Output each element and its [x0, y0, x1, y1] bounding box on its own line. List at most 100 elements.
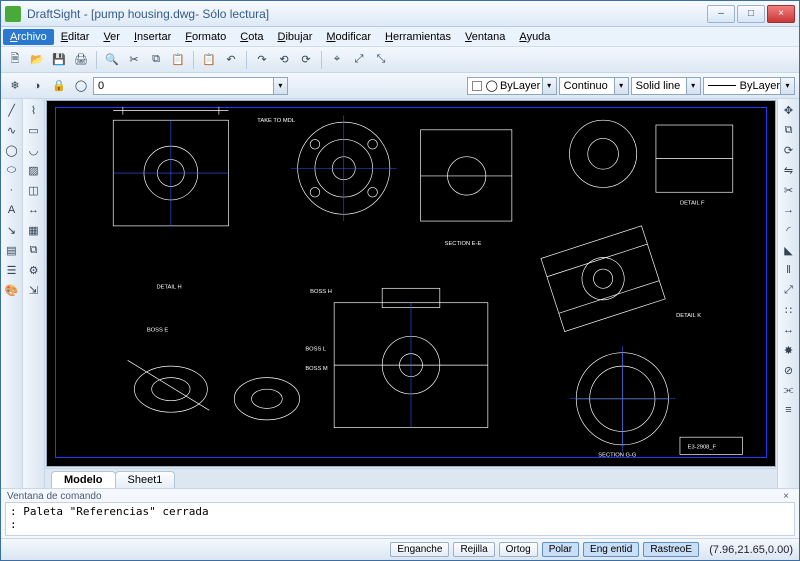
menu-herramientas[interactable]: Herramientas: [378, 29, 458, 45]
svg-text:DETAIL H: DETAIL H: [156, 284, 181, 290]
zoom-window-icon[interactable]: ⤢: [349, 50, 369, 70]
menu-dibujar[interactable]: Dibujar: [271, 29, 320, 45]
join-icon[interactable]: ⫘: [780, 381, 798, 399]
status-rastreoe[interactable]: RastreoE: [643, 542, 699, 557]
redo-history-icon[interactable]: ⟳: [296, 50, 316, 70]
region-icon[interactable]: ▦: [25, 221, 43, 239]
svg-text:BOSS L: BOSS L: [305, 347, 326, 353]
svg-text:E3-2908_F: E3-2908_F: [688, 445, 717, 451]
dimension-icon[interactable]: ↔: [25, 201, 43, 219]
chevron-down-icon: ▾: [780, 78, 794, 94]
properties-icon[interactable]: ⚙: [25, 261, 43, 279]
save-icon[interactable]: 💾: [49, 50, 69, 70]
external-ref-icon[interactable]: ⇲: [25, 281, 43, 299]
redo-icon[interactable]: ↷: [252, 50, 272, 70]
new-file-icon[interactable]: 🗎: [5, 50, 25, 70]
chevron-down-icon: ▾: [273, 78, 287, 94]
properties-toolbar: ❄ ◑ 🔒 ◯ 0 ▾ ◯ ByLayer ▾ Continuo ▾ Solid…: [1, 73, 799, 99]
block-icon[interactable]: ◫: [25, 181, 43, 199]
status-rejilla[interactable]: Rejilla: [453, 542, 494, 557]
linetype-value: Continuo: [564, 80, 608, 92]
standard-toolbar: 🗎📂💾🖨🔍✂⧉📋📋↶↷⟲⟳⌖⤢⤡: [1, 47, 799, 73]
mirror-icon[interactable]: ⇋: [780, 161, 798, 179]
line-icon[interactable]: ╱: [3, 101, 21, 119]
maximize-button[interactable]: □: [737, 5, 765, 23]
menu-ver[interactable]: Ver: [96, 29, 127, 45]
print-icon[interactable]: 🖨: [71, 50, 91, 70]
align-icon[interactable]: ≡: [780, 401, 798, 419]
tab-sheet1[interactable]: Sheet1: [115, 471, 176, 488]
cut-icon[interactable]: ✂: [124, 50, 144, 70]
copy-entity-icon[interactable]: ⧉: [780, 121, 798, 139]
layout-tabs: ModeloSheet1: [45, 468, 777, 488]
offset-icon[interactable]: ‖: [780, 261, 798, 279]
lineweight-dropdown[interactable]: Solid line ▾: [631, 77, 701, 95]
circle-icon[interactable]: ◯: [3, 141, 21, 159]
chamfer-icon[interactable]: ◣: [780, 241, 798, 259]
stretch-icon[interactable]: ↔: [780, 321, 798, 339]
layer-color-icon[interactable]: ◯: [71, 76, 91, 96]
break-icon[interactable]: ⊘: [780, 361, 798, 379]
clipboard-icon[interactable]: 📋: [199, 50, 219, 70]
tab-modelo[interactable]: Modelo: [51, 471, 116, 488]
linetype-dropdown[interactable]: Continuo ▾: [559, 77, 629, 95]
extend-icon[interactable]: →: [780, 201, 798, 219]
table-icon[interactable]: ▤: [3, 241, 21, 259]
menu-cota[interactable]: Cota: [233, 29, 270, 45]
status-eng-entid[interactable]: Eng entid: [583, 542, 639, 557]
color-dropdown[interactable]: ◯ ByLayer ▾: [467, 77, 557, 95]
undo-icon[interactable]: ↶: [221, 50, 241, 70]
arc-icon[interactable]: ◡: [25, 141, 43, 159]
menu-archivo[interactable]: Archivo: [3, 29, 54, 45]
rotate-icon[interactable]: ⟳: [780, 141, 798, 159]
menu-editar[interactable]: Editar: [54, 29, 97, 45]
command-panel-close-icon[interactable]: ×: [779, 491, 793, 502]
drawing-canvas[interactable]: BOSS H DETAIL H DETAIL F DETAIL K SECTIO…: [46, 100, 776, 467]
leader-icon[interactable]: ↘: [3, 221, 21, 239]
command-input[interactable]: : Paleta "Referencias" cerrada:: [5, 502, 795, 536]
undo-history-icon[interactable]: ⟲: [274, 50, 294, 70]
content-area: ╱ ∿ ◯ ⬭ · A ↘ ▤ ☰ 🎨 ⌇ ▭ ◡ ▨ ◫ ↔ ▦ ⧉ ⚙ ⇲: [1, 99, 799, 488]
paste-icon[interactable]: 📋: [168, 50, 188, 70]
layer-freeze-icon[interactable]: ❄: [5, 76, 25, 96]
zoom-extents-icon[interactable]: ⤡: [371, 50, 391, 70]
minimize-button[interactable]: –: [707, 5, 735, 23]
select-match-icon[interactable]: ⌖: [327, 50, 347, 70]
close-button[interactable]: ×: [767, 5, 795, 23]
move-icon[interactable]: ✥: [780, 101, 798, 119]
layer-toggle-icon[interactable]: ◑: [27, 76, 47, 96]
status-polar[interactable]: Polar: [542, 542, 579, 557]
open-file-icon[interactable]: 📂: [27, 50, 47, 70]
text-icon[interactable]: A: [3, 201, 21, 219]
scale-icon[interactable]: ⤢: [780, 281, 798, 299]
spline-icon[interactable]: ∿: [3, 121, 21, 139]
point-icon[interactable]: ·: [3, 181, 21, 199]
trim-icon[interactable]: ✂: [780, 181, 798, 199]
hatch-icon[interactable]: ▨: [25, 161, 43, 179]
menu-modificar[interactable]: Modificar: [319, 29, 378, 45]
chevron-down-icon: ▾: [614, 78, 628, 94]
plotstyle-value: ByLayer: [740, 80, 780, 92]
polyline-icon[interactable]: ⌇: [25, 101, 43, 119]
group-icon[interactable]: ⧉: [25, 241, 43, 259]
status-enganche[interactable]: Enganche: [390, 542, 449, 557]
layer-lock-icon[interactable]: 🔒: [49, 76, 69, 96]
ellipse-icon[interactable]: ⬭: [3, 161, 21, 179]
fillet-icon[interactable]: ◜: [780, 221, 798, 239]
menu-ventana[interactable]: Ventana: [458, 29, 512, 45]
print-preview-icon[interactable]: 🔍: [102, 50, 122, 70]
svg-text:DETAIL K: DETAIL K: [676, 313, 701, 319]
menu-ayuda[interactable]: Ayuda: [512, 29, 557, 45]
explode-icon[interactable]: ✸: [780, 341, 798, 359]
plotstyle-dropdown[interactable]: ByLayer ▾: [703, 77, 795, 95]
menu-insertar[interactable]: Insertar: [127, 29, 178, 45]
menu-formato[interactable]: Formato: [178, 29, 233, 45]
svg-text:BOSS M: BOSS M: [305, 366, 328, 372]
array-icon[interactable]: ∷: [780, 301, 798, 319]
rectangle-icon[interactable]: ▭: [25, 121, 43, 139]
palette-icon[interactable]: 🎨: [3, 281, 21, 299]
copy-icon[interactable]: ⧉: [146, 50, 166, 70]
status-ortog[interactable]: Ortog: [499, 542, 538, 557]
layer-dropdown[interactable]: 0 ▾: [93, 77, 288, 95]
layer-manager-icon[interactable]: ☰: [3, 261, 21, 279]
